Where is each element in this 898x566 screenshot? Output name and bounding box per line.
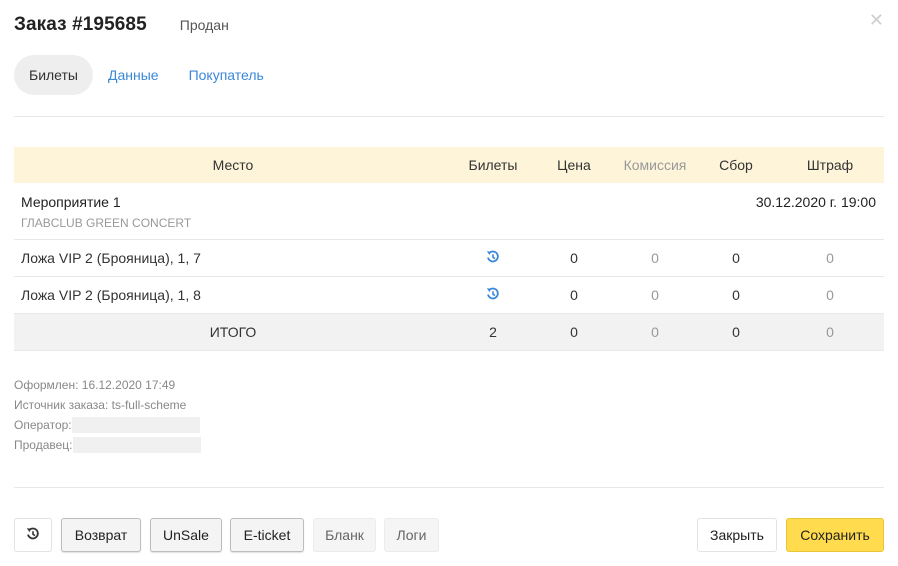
seller-value-redacted xyxy=(72,437,201,453)
event-row: Мероприятие 1 ГЛАВCLUB GREEN CONCERT 30.… xyxy=(14,183,884,240)
tab-buyer[interactable]: Покупатель xyxy=(174,55,279,95)
top-divider xyxy=(14,116,884,117)
place-cell: Ложа VIP 2 (Брояница), 1, 7 xyxy=(14,239,452,277)
tab-tickets[interactable]: Билеты xyxy=(14,55,93,95)
refund-icon[interactable] xyxy=(486,287,500,304)
order-title: Заказ #195685 xyxy=(14,14,147,35)
column-header-price: Цена xyxy=(534,147,614,183)
unsale-button[interactable]: UnSale xyxy=(150,518,222,552)
total-commission: 0 xyxy=(614,313,696,351)
column-header-fine: Штраф xyxy=(776,147,884,183)
close-icon[interactable]: ✕ xyxy=(869,10,884,31)
column-header-tickets: Билеты xyxy=(452,147,534,183)
total-fine: 0 xyxy=(776,313,884,351)
place-cell: Ложа VIP 2 (Брояница), 1, 8 xyxy=(14,276,452,314)
refund-history-button[interactable] xyxy=(14,518,52,552)
table-header-row: Место Билеты Цена Комиссия Сбор Штраф xyxy=(14,147,884,183)
tab-bar: Билеты Данные Покупатель xyxy=(14,55,279,95)
total-label: ИТОГО xyxy=(14,313,452,351)
refund-icon xyxy=(26,527,40,544)
column-header-place: Место xyxy=(14,147,452,183)
price-cell: 0 xyxy=(534,276,614,314)
event-name: Мероприятие 1 xyxy=(21,194,121,210)
fine-cell: 0 xyxy=(776,239,884,277)
seller-label: Продавец: xyxy=(14,438,73,452)
table-row: Ложа VIP 2 (Брояница), 1, 8 0 0 0 0 xyxy=(14,276,884,314)
tab-data[interactable]: Данные xyxy=(93,55,174,95)
total-fee: 0 xyxy=(696,313,776,351)
return-button[interactable]: Возврат xyxy=(61,518,141,552)
source-text: Источник заказа: ts-full-scheme xyxy=(14,398,187,412)
event-cell: Мероприятие 1 ГЛАВCLUB GREEN CONCERT xyxy=(14,183,614,240)
fee-cell: 0 xyxy=(696,276,776,314)
eticket-button[interactable]: E-ticket xyxy=(230,518,304,552)
event-venue: ГЛАВCLUB GREEN CONCERT xyxy=(21,216,192,230)
column-header-commission: Комиссия xyxy=(614,147,696,183)
tickets-table: Место Билеты Цена Комиссия Сбор Штраф Ме… xyxy=(14,147,884,351)
total-row: ИТОГО 2 0 0 0 0 xyxy=(14,313,884,351)
fee-cell: 0 xyxy=(696,239,776,277)
created-text: Оформлен: 16.12.2020 17:49 xyxy=(14,378,176,392)
fine-cell: 0 xyxy=(776,276,884,314)
tickets-cell xyxy=(452,239,534,277)
operator-value-redacted xyxy=(71,417,200,433)
commission-cell: 0 xyxy=(614,276,696,314)
order-info: Оформлен: 16.12.2020 17:49 Источник зака… xyxy=(14,375,201,455)
save-button[interactable]: Сохранить xyxy=(786,518,884,552)
price-cell: 0 xyxy=(534,239,614,277)
order-status: Продан xyxy=(179,17,229,33)
table-row: Ложа VIP 2 (Брояница), 1, 7 0 0 0 0 xyxy=(14,239,884,277)
total-tickets: 2 xyxy=(452,313,534,351)
bottom-divider xyxy=(14,487,884,488)
tickets-cell xyxy=(452,276,534,314)
event-datetime: 30.12.2020 г. 19:00 xyxy=(755,194,876,210)
order-header: Заказ #195685 Продан xyxy=(14,14,229,36)
operator-row: Оператор: xyxy=(14,415,201,435)
event-date-cell: 30.12.2020 г. 19:00 xyxy=(614,183,884,240)
commission-cell: 0 xyxy=(614,239,696,277)
blank-button[interactable]: Бланк xyxy=(313,518,376,552)
seller-row: Продавец: xyxy=(14,435,201,455)
action-bar: Возврат UnSale E-ticket Бланк Логи Закры… xyxy=(14,518,884,554)
logs-button[interactable]: Логи xyxy=(384,518,439,552)
close-button[interactable]: Закрыть xyxy=(697,518,777,552)
total-price: 0 xyxy=(534,313,614,351)
refund-icon[interactable] xyxy=(486,250,500,267)
column-header-fee: Сбор xyxy=(696,147,776,183)
operator-label: Оператор: xyxy=(14,418,72,432)
